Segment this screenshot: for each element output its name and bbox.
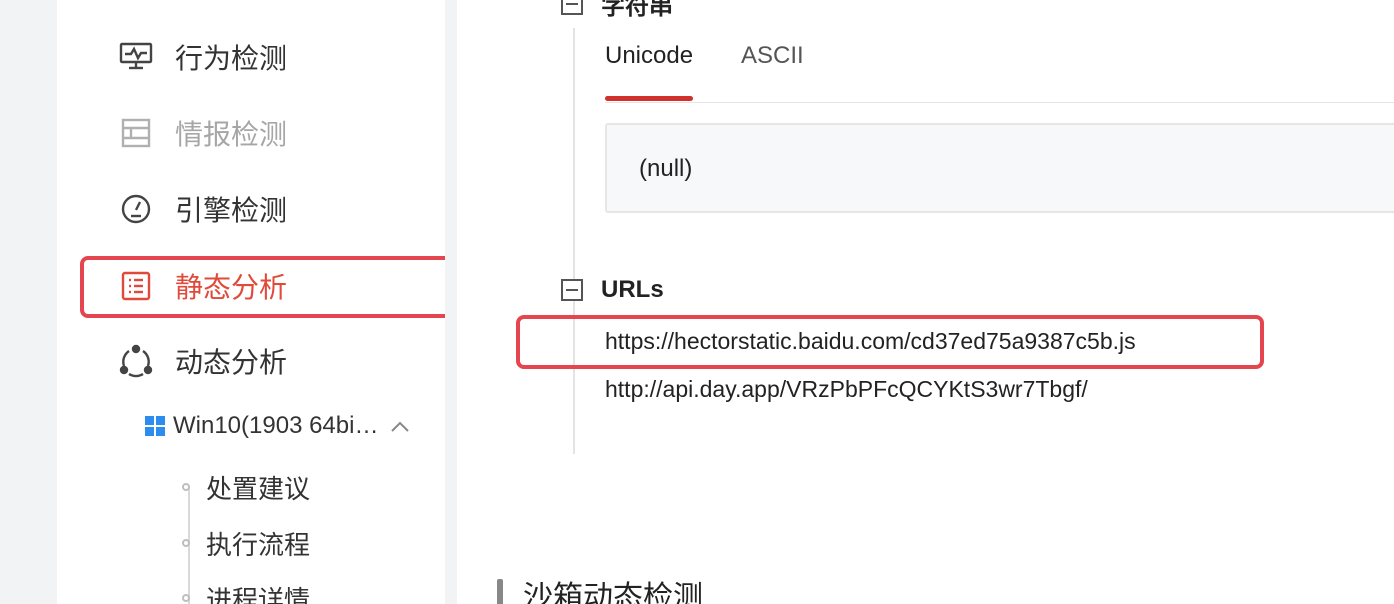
strings-value: (null) (639, 155, 693, 182)
sandbox-section-title: 沙箱动态检测 (497, 572, 703, 604)
urls-section-header[interactable]: URLs (561, 276, 664, 304)
sub-item-process-details[interactable]: 进程详情 (182, 578, 310, 604)
sub-item-disposal-advice[interactable]: 处置建议 (182, 467, 310, 507)
sidebar-item-engine-detection[interactable]: 引擎检测 (119, 179, 287, 239)
environment-selector[interactable]: Win10(1903 64bi… (145, 408, 410, 444)
environment-label: Win10(1903 64bi… (173, 412, 379, 439)
sandbox-title-text: 沙箱动态检测 (523, 581, 703, 604)
tab-unicode[interactable]: Unicode (605, 42, 693, 70)
sidebar-item-label: 动态分析 (175, 347, 288, 378)
collapse-icon[interactable] (561, 0, 583, 15)
section-title: 字符串 (601, 0, 673, 20)
sub-item-execution-flow[interactable]: 执行流程 (182, 523, 310, 563)
dot-icon (182, 539, 190, 547)
sidebar: 行为检测 情报检测 引擎检测 静态分析 动态分析 Win10(1903 64bi… (57, 0, 458, 604)
page: 行为检测 情报检测 引擎检测 静态分析 动态分析 Win10(1903 64bi… (0, 0, 1394, 604)
sub-item-label: 进程详情 (206, 584, 311, 604)
sidebar-item-label: 引擎检测 (175, 195, 288, 226)
layout-icon (119, 116, 153, 150)
layout-gap (445, 0, 457, 604)
monitor-icon (119, 40, 153, 74)
gauge-icon (119, 192, 153, 226)
sidebar-item-label: 行为检测 (175, 43, 288, 74)
tree-connector-line (573, 28, 575, 454)
main-content: 字符串 Unicode ASCII (null) URLs https://he… (457, 0, 1394, 604)
collapse-icon[interactable] (561, 279, 583, 301)
tab-ascii[interactable]: ASCII (741, 42, 804, 70)
url-item[interactable]: http://api.day.app/VRzPbPFcQCYKtS3wr7Tbg… (605, 376, 1088, 403)
active-tab-indicator (605, 96, 693, 101)
url-item[interactable]: https://hectorstatic.baidu.com/cd37ed75a… (605, 328, 1136, 355)
share-nodes-icon (119, 344, 153, 378)
sidebar-item-label: 静态分析 (175, 272, 288, 303)
sidebar-item-static-analysis[interactable]: 静态分析 (119, 256, 287, 316)
sub-item-label: 处置建议 (206, 473, 311, 504)
dot-icon (182, 483, 190, 491)
encoding-tabs: Unicode ASCII (605, 32, 1394, 103)
section-marker (497, 579, 503, 604)
left-strip (0, 0, 57, 604)
windows-icon (145, 416, 165, 436)
sidebar-item-behavior-detection[interactable]: 行为检测 (119, 27, 287, 87)
sub-item-label: 执行流程 (206, 529, 311, 560)
sidebar-item-dynamic-analysis[interactable]: 动态分析 (119, 331, 287, 391)
chevron-up-icon[interactable] (390, 412, 410, 440)
strings-section-header[interactable]: 字符串 (561, 0, 673, 21)
sidebar-item-intel-detection[interactable]: 情报检测 (119, 103, 287, 163)
sidebar-item-label: 情报检测 (175, 119, 288, 150)
strings-value-box: (null) (605, 123, 1394, 213)
list-icon (119, 269, 153, 303)
dot-icon (182, 594, 190, 602)
section-title: URLs (601, 276, 664, 303)
